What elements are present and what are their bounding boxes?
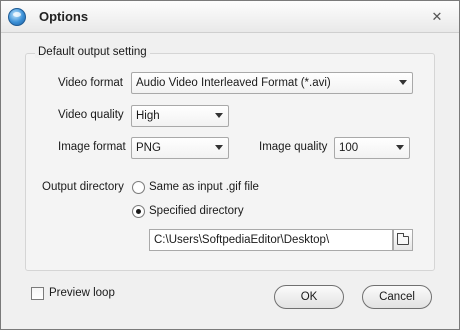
image-format-value: PNG [136, 142, 161, 154]
cancel-button[interactable]: Cancel [362, 285, 432, 309]
title-bar[interactable]: Options ✕ [1, 1, 459, 33]
options-dialog: Options ✕ Default output setting Video f… [0, 0, 460, 330]
chevron-down-icon [399, 80, 407, 85]
app-globe-icon [8, 8, 26, 26]
specified-directory-radio[interactable] [132, 205, 145, 218]
video-quality-select[interactable]: High [131, 105, 229, 127]
window-title: Options [39, 9, 89, 24]
output-path-input[interactable]: C:\Users\SoftpediaEditor\Desktop\ [149, 229, 393, 251]
same-as-input-radio[interactable] [132, 181, 145, 194]
chevron-down-icon [215, 113, 223, 118]
chevron-down-icon [396, 145, 404, 150]
image-format-select[interactable]: PNG [131, 137, 229, 159]
browse-button[interactable] [393, 229, 413, 251]
chevron-down-icon [215, 145, 223, 150]
video-quality-label: Video quality [58, 109, 124, 121]
group-title: Default output setting [35, 46, 150, 58]
preview-loop-checkbox[interactable] [31, 287, 44, 300]
video-format-value: Audio Video Interleaved Format (*.avi) [136, 77, 331, 89]
video-quality-value: High [136, 110, 160, 122]
specified-directory-label[interactable]: Specified directory [149, 205, 244, 217]
image-quality-label: Image quality [259, 141, 328, 153]
same-as-input-label[interactable]: Same as input .gif file [149, 181, 259, 193]
video-format-label: Video format [58, 77, 123, 89]
image-quality-value: 100 [339, 142, 359, 154]
image-format-label: Image format [58, 141, 126, 153]
image-quality-select[interactable]: 100 [334, 137, 410, 159]
video-format-select[interactable]: Audio Video Interleaved Format (*.avi) [131, 72, 413, 94]
close-icon[interactable]: ✕ [429, 9, 445, 25]
ok-button[interactable]: OK [274, 285, 344, 309]
folder-icon [397, 233, 409, 245]
output-directory-label: Output directory [42, 181, 124, 193]
preview-loop-label[interactable]: Preview loop [49, 287, 115, 299]
